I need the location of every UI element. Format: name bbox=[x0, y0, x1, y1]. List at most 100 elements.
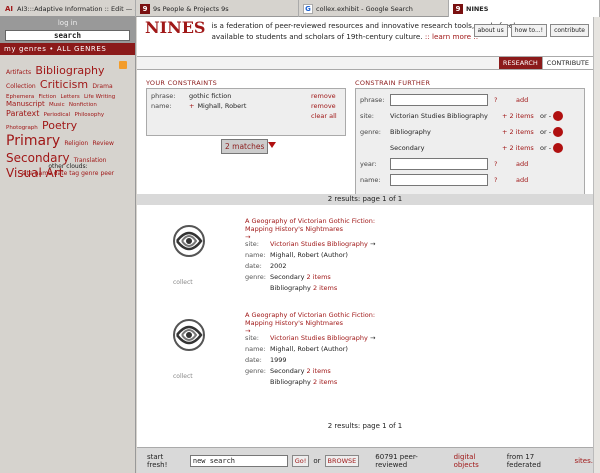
phrase-input[interactable] bbox=[390, 94, 488, 106]
sidebar: log in search my genres • ALL GENRES Art… bbox=[0, 17, 136, 473]
genre-tag[interactable]: Poetry bbox=[42, 119, 77, 132]
digital-objects-link[interactable]: digital objects bbox=[454, 453, 503, 469]
genre-items-link[interactable]: 2 items bbox=[313, 378, 337, 386]
site-arrow-icon: → bbox=[369, 240, 376, 248]
login-link[interactable]: log in bbox=[0, 17, 135, 29]
about-us-button[interactable]: about us bbox=[473, 24, 508, 37]
site-link[interactable]: Victorian Studies Bibliography bbox=[270, 334, 368, 342]
genre-items-link[interactable]: 2 items bbox=[307, 367, 331, 375]
other-clouds-label: other clouds: bbox=[48, 163, 88, 170]
constraint-label: name: bbox=[151, 102, 172, 110]
add-year-link[interactable]: add bbox=[516, 160, 528, 168]
browser-tab-active[interactable]: 9 NINES bbox=[449, 0, 600, 17]
genre-tag[interactable]: Review bbox=[92, 140, 113, 147]
or-minus-text: or - bbox=[540, 112, 552, 120]
go-button[interactable]: Go! bbox=[291, 454, 310, 467]
result-title-link[interactable]: A Geography of Victorian Gothic Fiction:… bbox=[245, 311, 390, 335]
arrow-down-icon[interactable] bbox=[268, 142, 276, 148]
genre-tag[interactable]: Paratext bbox=[6, 109, 39, 118]
add-name-link[interactable]: add bbox=[516, 176, 528, 184]
genre-tag[interactable]: Collection bbox=[6, 83, 36, 90]
genre-tag[interactable]: Nonfiction bbox=[69, 102, 97, 108]
main-content: NINES is a federation of peer-reviewed r… bbox=[137, 17, 593, 473]
remove-dot-icon[interactable] bbox=[553, 143, 564, 153]
how-to-button[interactable]: how to...! bbox=[510, 24, 548, 37]
swirl-thumbnail-icon[interactable] bbox=[171, 223, 207, 259]
cloud-link-name[interactable]: name bbox=[35, 170, 52, 177]
genre-tag[interactable]: Bibliography bbox=[35, 64, 104, 77]
genre-tag[interactable]: Manuscript bbox=[6, 100, 45, 108]
browser-tab-bar: AI AI3:::Adaptive Information :: Edit — .… bbox=[0, 0, 600, 17]
collect-link[interactable]: collect bbox=[173, 373, 193, 380]
name-field: name: Mighall, Robert (Author) bbox=[245, 251, 565, 259]
remove-dot-icon[interactable] bbox=[553, 127, 564, 137]
genre-tag[interactable]: Fiction bbox=[38, 94, 56, 100]
genres-bar[interactable]: my genres • ALL GENRES bbox=[0, 43, 135, 55]
cloud-link-date[interactable]: date bbox=[54, 170, 68, 177]
genre-tag[interactable]: Criticism bbox=[40, 78, 88, 91]
scrollbar[interactable] bbox=[593, 17, 600, 473]
author-name: Mighall, Robert (Author) bbox=[270, 251, 348, 259]
site-label: site: bbox=[245, 240, 259, 248]
help-icon[interactable]: ? bbox=[494, 96, 516, 104]
matches-button[interactable]: 2 matches bbox=[221, 139, 269, 154]
site-header: NINES is a federation of peer-reviewed r… bbox=[137, 17, 593, 56]
nines-logo[interactable]: NINES bbox=[145, 20, 205, 53]
sites-link[interactable]: sites. bbox=[574, 457, 593, 465]
new-search-input[interactable]: new search bbox=[189, 454, 288, 467]
genre-items-link[interactable]: + 2 items bbox=[502, 128, 540, 136]
clear-all-link[interactable]: clear all bbox=[311, 112, 341, 120]
result-title-link[interactable]: A Geography of Victorian Gothic Fiction:… bbox=[245, 217, 390, 241]
cloud-link-genre[interactable]: genre bbox=[81, 170, 98, 177]
cloud-link-site[interactable]: site bbox=[22, 170, 33, 177]
date-field: date: 1999 bbox=[245, 356, 565, 364]
plus-icon[interactable]: + bbox=[189, 102, 194, 110]
genre-tag[interactable]: Life Writing bbox=[84, 94, 115, 100]
swirl-thumbnail-icon[interactable] bbox=[171, 317, 207, 353]
contribute-header-button[interactable]: contribute bbox=[550, 24, 589, 37]
header-buttons: about us how to...! contribute bbox=[473, 24, 589, 37]
year-input[interactable] bbox=[390, 158, 488, 170]
genre-tag[interactable]: Letters bbox=[61, 94, 80, 100]
genre-tag[interactable]: Photograph bbox=[6, 125, 38, 131]
cloud-link-tag[interactable]: tag bbox=[69, 170, 79, 177]
add-phrase-link[interactable]: add bbox=[516, 96, 528, 104]
search-input[interactable]: search bbox=[5, 30, 130, 41]
constraint-row: clear all bbox=[151, 111, 341, 121]
tab-label: collex.exhibit - Google Search bbox=[316, 4, 413, 13]
learn-more-link[interactable]: :: learn more :: bbox=[425, 32, 478, 41]
phrase-row: phrase:? add bbox=[360, 92, 580, 108]
genre-tag[interactable]: Ephemera bbox=[6, 94, 34, 100]
genre-items-link[interactable]: 2 items bbox=[313, 284, 337, 292]
help-icon[interactable]: ? bbox=[494, 160, 516, 168]
genre-tag[interactable]: Philosophy bbox=[74, 112, 104, 118]
tab-research[interactable]: RESEARCH bbox=[498, 57, 542, 69]
genre-tag[interactable]: Music bbox=[49, 102, 65, 108]
browser-tab[interactable]: 9 9s People & Projects 9s bbox=[136, 0, 299, 17]
genre-tag[interactable]: Artifacts bbox=[6, 69, 31, 76]
collect-link[interactable]: collect bbox=[173, 279, 193, 286]
genre-tag[interactable]: Periodical bbox=[44, 112, 71, 118]
name-input[interactable] bbox=[390, 174, 488, 186]
constraint-value-wrap: + Mighall, Robert bbox=[189, 102, 311, 110]
genre-items-link[interactable]: 2 items bbox=[307, 273, 331, 281]
genre-tag[interactable]: Religion bbox=[64, 140, 88, 147]
browse-button[interactable]: BROWSE bbox=[324, 454, 360, 467]
tab-label: AI3:::Adaptive Information :: Edit — ... bbox=[17, 4, 136, 13]
tab-contribute[interactable]: CONTRIBUTE bbox=[541, 57, 593, 69]
date-value: 1999 bbox=[270, 356, 287, 364]
help-icon[interactable]: ? bbox=[494, 176, 516, 184]
cloud-link-peer[interactable]: peer bbox=[100, 170, 114, 177]
remove-link[interactable]: remove bbox=[311, 92, 341, 100]
remove-dot-icon[interactable] bbox=[553, 111, 564, 121]
genre-tag[interactable]: Drama bbox=[92, 83, 112, 90]
remove-link[interactable]: remove bbox=[311, 102, 341, 110]
date-label: date: bbox=[245, 356, 262, 364]
browser-tab[interactable]: AI AI3:::Adaptive Information :: Edit — .… bbox=[0, 0, 136, 17]
site-items-link[interactable]: + 2 items bbox=[502, 112, 540, 120]
rss-feed-icon[interactable] bbox=[119, 61, 127, 69]
site-link[interactable]: Victorian Studies Bibliography bbox=[270, 240, 368, 248]
genre-tag[interactable]: Primary bbox=[6, 133, 60, 149]
browser-tab[interactable]: Gcollex.exhibit - Google Search bbox=[299, 0, 449, 17]
genre-items-link[interactable]: + 2 items bbox=[502, 144, 540, 152]
